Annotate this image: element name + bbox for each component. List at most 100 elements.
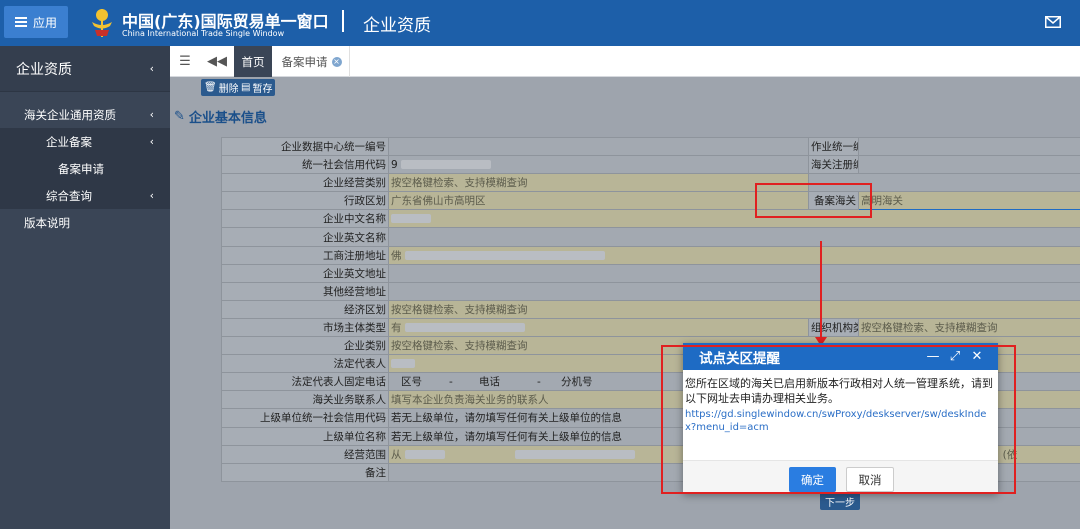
redacted-text [514,450,635,460]
table-row: 经济区划 按空格键检索、支持模糊查询 [221,299,1080,319]
highlight-box [755,183,872,218]
admin-division-input[interactable]: 广东省佛山市高明区 [388,191,809,211]
top-bar: 应用 中国(广东)国际贸易单一窗口 China International Tr… [0,0,1080,46]
section-title: ✎ 企业基本信息 [174,107,267,126]
redacted-text [404,323,525,333]
sidebar: 企业资质 ‹ 海关企业通用资质 ‹ 企业备案 ‹ 备案申请 综合查询 ‹ 版本说… [0,46,170,529]
extension-input[interactable]: 分机号 [561,376,593,388]
field-label: 法定代表人固定电话 [221,372,389,392]
field-label: 法定代表人 [221,354,389,374]
field-label: 行政区划 [221,191,389,211]
field-label: 统一社会信用代码 [221,155,389,175]
table-row: 企业数据中心统一编号 作业统一编号 [221,136,1080,157]
redacted-text [404,450,445,460]
table-row: 企业中文名称 [221,209,1080,229]
sidebar-item-label: 综合查询 [46,188,92,203]
app-menu-button[interactable]: 应用 [4,6,68,38]
redacted-text [401,160,492,170]
redacted-text [391,214,431,224]
next-step-button[interactable]: 下一步 [820,492,860,510]
record-customs-input[interactable]: 高明海关 [858,191,1080,211]
company-cn-name-input[interactable] [388,209,1080,229]
table-row: 工商注册地址 佛 [221,245,1080,265]
sidebar-item-record-application[interactable]: 备案申请 [0,155,170,182]
company-en-name-input[interactable] [388,227,1080,247]
business-category-input[interactable]: 按空格键检索、支持模糊查询 [388,173,809,193]
field-label: 企业类别 [221,336,389,356]
en-address-input[interactable] [388,263,1080,283]
brand-subtitle: China International Trade Single Window [122,29,285,38]
field-label: 市场主体类型 [221,317,389,338]
toggle-menu-icon[interactable]: ☰ [170,46,200,76]
header-divider [342,10,344,32]
annotation-arrow-line [820,241,822,341]
chevron-left-icon: ‹ [149,62,154,75]
sidebar-item-label: 备案申请 [58,161,104,176]
tab-home[interactable]: 首页 [234,46,272,77]
table-row: 企业英文名称 [221,227,1080,247]
table-row: 企业英文地址 [221,263,1080,283]
sidebar-item-label: 企业备案 [46,134,92,149]
save-label: 暂存 [252,84,273,95]
chevron-left-icon: ‹ [149,108,154,121]
sidebar-item-customs-qualification[interactable]: 海关企业通用资质 ‹ [0,101,170,128]
field-label: 上级单位名称 [221,426,389,446]
section-title-label: 企业基本信息 [188,111,267,126]
redacted-text [391,359,415,369]
highlight-box [661,345,1016,494]
other-address-input[interactable] [388,281,1080,301]
area-code-input[interactable]: 区号 [391,374,449,389]
field-label: 备注 [221,462,389,482]
menu-icon [14,17,27,27]
field-label: 作业统一编号 [808,136,859,157]
phone-input[interactable]: 电话 [479,374,537,389]
chevron-left-icon: ‹ [149,135,154,148]
field-label: 企业经营类别 [221,173,389,193]
sidebar-title[interactable]: 企业资质 ‹ [0,46,170,92]
table-row: 统一社会信用代码 9 海关注册编码 [221,155,1080,175]
delete-button[interactable]: 🗑 删除 [201,79,242,96]
field-label: 企业英文名称 [221,227,389,247]
mail-icon[interactable] [1045,16,1061,28]
economic-zone-input[interactable]: 按空格键检索、支持模糊查询 [388,299,1080,319]
sidebar-item-version-notes[interactable]: 版本说明 [0,209,170,236]
field-label: 组织机构类型 [808,317,859,338]
operation-id-field [858,136,1080,157]
save-draft-button[interactable]: ▤ 暂存 [238,79,276,96]
table-row: 市场主体类型 有 组织机构类型 按空格键检索、支持模糊查询 [221,317,1080,338]
credit-code-value: 9 [391,158,398,171]
field-label: 企业中文名称 [221,209,389,229]
table-row: 其他经营地址 [221,281,1080,301]
market-entity-type-input[interactable]: 有 [388,317,809,338]
tab-label: 备案申请 [281,54,328,69]
table-row: 企业经营类别 按空格键检索、支持模糊查询 [221,173,1080,193]
sidebar-item-query[interactable]: 综合查询 ‹ [0,182,170,209]
data-center-id-field [388,136,809,157]
page-title: 企业资质 [363,16,431,36]
edit-icon: ✎ [174,109,185,124]
registered-address-value: 佛 [391,249,402,262]
customs-code-field [858,155,1080,175]
sidebar-title-label: 企业资质 [16,61,72,78]
app-menu-label: 应用 [32,15,57,30]
tab-record-application[interactable]: 备案申请 × [274,46,350,77]
field-label: 工商注册地址 [221,245,389,265]
close-icon[interactable]: × [331,56,342,67]
field-label: 海关注册编码 [808,155,859,175]
field-label: 企业英文地址 [221,263,389,283]
sidebar-item-label: 海关企业通用资质 [24,107,116,122]
field-label: 企业数据中心统一编号 [221,136,389,157]
field-label: 海关业务联系人 [221,390,389,410]
tab-bar: ☰ ◀◀ 首页 备案申请 × [170,46,1080,77]
credit-code-field[interactable]: 9 [388,155,809,175]
org-type-input[interactable]: 按空格键检索、支持模糊查询 [858,317,1080,338]
field-label-text: 作业统一编号 [811,141,858,154]
field-label: 经济区划 [221,299,389,319]
chevron-left-icon: ‹ [149,189,154,202]
registered-address-input[interactable]: 佛 [388,245,1080,265]
field-label: 其他经营地址 [221,281,389,301]
rewind-icon[interactable]: ◀◀ [202,46,232,76]
sidebar-item-label: 版本说明 [24,215,70,230]
redacted-text [404,251,605,261]
sidebar-item-enterprise-record[interactable]: 企业备案 ‹ [0,128,170,155]
